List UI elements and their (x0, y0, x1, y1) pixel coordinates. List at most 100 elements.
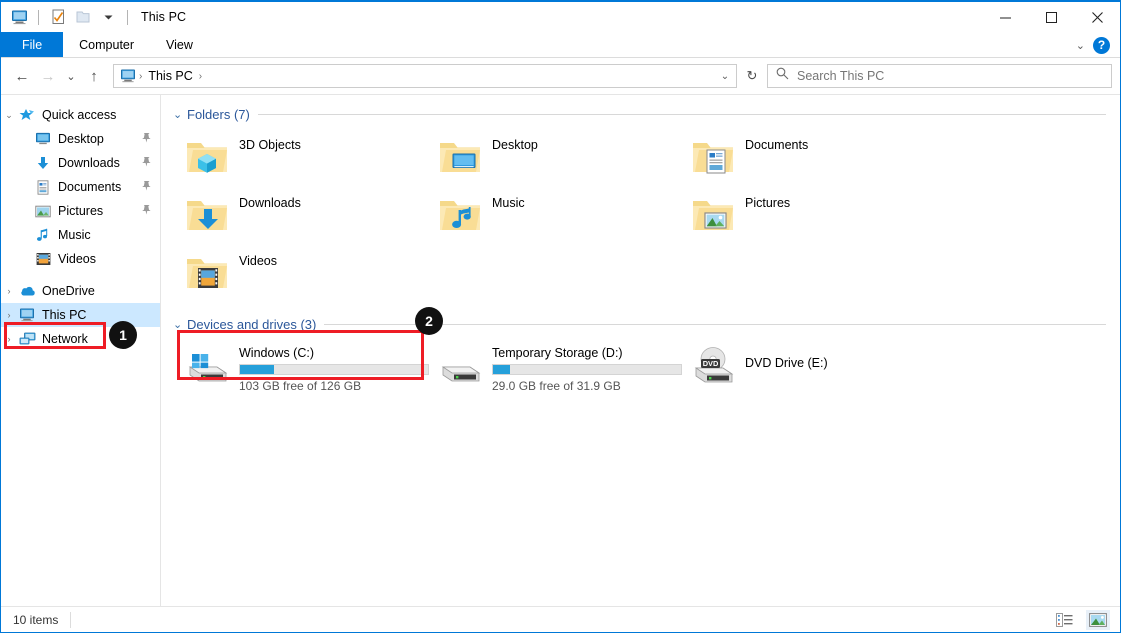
pin-icon[interactable] (141, 132, 152, 146)
this-pc-icon[interactable] (9, 7, 29, 27)
drive-windows-c[interactable]: Windows (C:) 103 GB free of 126 GB (169, 339, 429, 397)
breadcrumb-separator-2[interactable]: › (196, 71, 205, 82)
list-item[interactable]: Videos (169, 245, 422, 303)
list-item[interactable]: Music (422, 187, 675, 245)
sidebar-item-downloads[interactable]: Downloads (1, 151, 160, 175)
forward-button[interactable]: → (35, 63, 61, 89)
drive-free-text: 103 GB free of 126 GB (239, 379, 362, 393)
chevron-right-icon[interactable]: › (1, 286, 17, 296)
group-title: Folders (7) (187, 106, 250, 122)
folder-videos-icon (183, 249, 231, 297)
chevron-right-icon[interactable]: › (1, 334, 17, 344)
tile-text: Pictures (745, 191, 790, 210)
item-label: Desktop (492, 138, 538, 152)
sidebar-item-desktop[interactable]: Desktop (1, 127, 160, 151)
help-icon[interactable]: ? (1093, 36, 1110, 54)
toolbar-divider (38, 9, 39, 25)
search-input[interactable]: Search This PC (767, 64, 1112, 88)
sidebar-item-videos[interactable]: Videos (1, 247, 160, 271)
pin-icon[interactable] (141, 180, 152, 194)
capacity-bar-fill (493, 365, 510, 374)
sidebar-item-onedrive[interactable]: › OneDrive (1, 279, 160, 303)
group-header-folders[interactable]: ⌄ Folders (7) (173, 103, 1120, 125)
close-button[interactable] (1074, 2, 1120, 32)
navigation-pane: ⌄ Quick access Desktop Downloads Documen… (1, 95, 161, 617)
sidebar-label: Quick access (42, 108, 117, 122)
search-placeholder: Search This PC (797, 69, 885, 83)
large-icons-view-button[interactable] (1086, 609, 1110, 630)
chevron-right-icon[interactable]: › (1, 310, 17, 320)
pin-icon[interactable] (141, 204, 152, 218)
customize-qat-dropdown[interactable] (98, 7, 118, 27)
search-icon (776, 67, 789, 85)
sidebar-label: Downloads (58, 156, 120, 170)
back-button[interactable]: ← (9, 63, 35, 89)
pin-star-icon (17, 107, 37, 123)
tab-view[interactable]: View (150, 32, 209, 57)
sidebar-label: This PC (42, 308, 87, 322)
pin-icon[interactable] (141, 156, 152, 170)
item-label: Music (492, 196, 525, 210)
ribbon-right-controls: ⌄ ? (1076, 32, 1116, 58)
tile-text: Music (492, 191, 525, 210)
sidebar-label: OneDrive (42, 284, 95, 298)
sidebar-item-quick-access[interactable]: ⌄ Quick access (1, 103, 160, 127)
chevron-down-icon[interactable]: ⌄ (173, 318, 187, 331)
drive-dvd-e[interactable]: DVD DVD Drive (E:) (675, 339, 928, 397)
item-label: Downloads (239, 196, 301, 210)
group-header-devices[interactable]: ⌄ Devices and drives (3) (173, 313, 1120, 335)
maximize-button[interactable] (1028, 2, 1074, 32)
breadcrumb-separator-1[interactable]: › (136, 71, 145, 82)
tab-file[interactable]: File (1, 32, 64, 57)
chevron-down-icon[interactable]: ⌄ (1, 110, 17, 121)
sidebar-label: Pictures (58, 204, 104, 218)
sidebar-item-pictures[interactable]: Pictures (1, 199, 160, 223)
list-item[interactable]: Documents (675, 129, 928, 187)
hard-drive-icon (436, 343, 484, 391)
list-item[interactable]: 3D Objects (169, 129, 422, 187)
breadcrumb-item-this-pc[interactable]: This PC (145, 69, 195, 83)
sidebar-item-documents[interactable]: Documents (1, 175, 160, 199)
this-pc-icon (17, 307, 37, 323)
details-view-button[interactable] (1052, 610, 1076, 630)
file-explorer-window: This PC File Computer View ⌄ ? ← → ⌄ ↑ ›… (0, 0, 1121, 633)
list-item[interactable]: Downloads (169, 187, 422, 245)
pictures-icon (33, 203, 53, 219)
drive-label: Windows (C:) (239, 346, 315, 360)
view-buttons (1052, 609, 1120, 630)
drive-free-text: 29.0 GB free of 31.9 GB (492, 379, 621, 393)
up-button[interactable]: ↑ (81, 63, 107, 89)
drive-temporary-storage-d[interactable]: Temporary Storage (D:) 29.0 GB free of 3… (422, 339, 682, 397)
item-label: Documents (745, 138, 809, 152)
recent-locations-dropdown[interactable]: ⌄ (61, 63, 81, 89)
folder-pictures-icon (689, 191, 737, 239)
status-item-count: 10 items (13, 612, 59, 627)
minimize-button[interactable] (982, 2, 1028, 32)
group-divider (257, 113, 1106, 115)
tile-text: Documents (745, 133, 808, 152)
properties-icon[interactable] (48, 7, 68, 27)
refresh-button[interactable]: ↻ (739, 64, 765, 88)
address-dropdown-icon[interactable]: ⌄ (714, 65, 736, 87)
title-bar: This PC (1, 2, 1120, 32)
breadcrumb[interactable]: › This PC › ⌄ (113, 64, 737, 88)
chevron-down-icon[interactable]: ⌄ (173, 108, 187, 121)
window-controls (982, 2, 1120, 32)
this-pc-icon-breadcrumb (120, 69, 136, 83)
sidebar-item-music[interactable]: Music (1, 223, 160, 247)
item-label: Pictures (745, 196, 791, 210)
sidebar-item-this-pc[interactable]: › This PC (1, 303, 160, 327)
annotation-badge-1: 1 (109, 321, 137, 349)
tile-text: Downloads (239, 191, 301, 210)
tab-computer[interactable]: Computer (63, 32, 150, 57)
drive-info: Windows (C:) 103 GB free of 126 GB (239, 343, 429, 393)
status-bar: 10 items (1, 606, 1120, 632)
collapse-ribbon-icon[interactable]: ⌄ (1076, 39, 1085, 52)
windows-drive-icon (183, 343, 231, 391)
new-folder-icon[interactable] (73, 7, 93, 27)
sidebar-label: Desktop (58, 132, 104, 146)
folder-downloads-icon (183, 191, 231, 239)
list-item[interactable]: Pictures (675, 187, 928, 245)
address-bar: ← → ⌄ ↑ › This PC › ⌄ ↻ Search This PC (1, 58, 1120, 94)
list-item[interactable]: Desktop (422, 129, 675, 187)
